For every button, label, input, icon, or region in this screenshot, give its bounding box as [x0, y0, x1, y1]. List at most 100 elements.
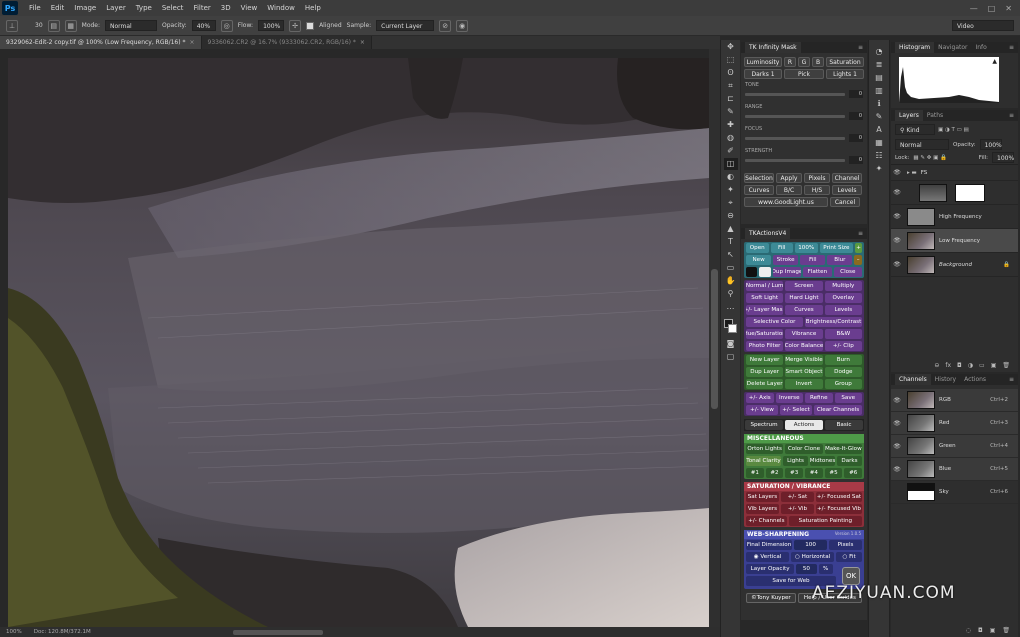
midtones-button[interactable]: Midtones: [810, 456, 835, 466]
blur-button[interactable]: Blur: [827, 255, 853, 265]
properties-icon[interactable]: ▤: [872, 72, 886, 84]
tab-actions[interactable]: Actions: [785, 420, 823, 430]
pressure-opacity-icon[interactable]: ◎: [220, 19, 233, 32]
selective-color-button[interactable]: Selective Color: [746, 317, 803, 327]
brush-size[interactable]: 30: [35, 22, 43, 29]
filter-icons[interactable]: ▣ ◑ T ▭ ▤: [938, 127, 969, 133]
print-size-button[interactable]: Print Size: [819, 243, 854, 253]
type-tool-icon[interactable]: T: [724, 236, 738, 248]
slider-value[interactable]: 0: [849, 90, 863, 98]
slider-track[interactable]: [745, 92, 845, 96]
merge-visible-button[interactable]: Merge Visible: [785, 355, 823, 365]
tab-histogram[interactable]: Histogram: [895, 42, 935, 53]
dodge-button[interactable]: Dodge: [824, 367, 862, 377]
select-button[interactable]: +/- Select: [780, 405, 812, 415]
fx-icon[interactable]: fx: [945, 362, 951, 369]
make-it-glow-button[interactable]: Make-It-Glow: [824, 444, 862, 454]
channel-row-green[interactable]: 👁 Green Ctrl+4: [891, 435, 1018, 458]
background-color[interactable]: [728, 324, 737, 333]
clone-stamp-icon[interactable]: ⊥: [6, 19, 18, 32]
styles-icon[interactable]: ▥: [872, 85, 886, 97]
visibility-eye-icon[interactable]: 👁: [891, 466, 903, 473]
clone-stamp-tool-icon[interactable]: ◫: [723, 158, 738, 170]
preset-1-button[interactable]: #1: [746, 468, 764, 478]
hard-light-button[interactable]: Hard Light: [785, 293, 823, 303]
new-button[interactable]: New: [746, 255, 772, 265]
overlay-button[interactable]: Overlay: [824, 293, 862, 303]
brush-tool-icon[interactable]: ✐: [724, 145, 738, 157]
focused-sat-button[interactable]: +/- Focused Sat: [815, 492, 862, 502]
libraries-icon[interactable]: ☷: [872, 150, 886, 162]
lights-button[interactable]: Lights: [783, 456, 808, 466]
menu-window[interactable]: Window: [262, 4, 300, 12]
lasso-tool-icon[interactable]: ʘ: [724, 67, 738, 79]
screen-mode-icon[interactable]: ▢: [724, 351, 738, 363]
close-tab-icon[interactable]: ×: [190, 39, 195, 46]
hand-tool-icon[interactable]: ✋: [724, 275, 738, 287]
timeline-icon[interactable]: ✦: [872, 163, 886, 175]
strength-slider[interactable]: STRENGTH 0: [741, 146, 867, 168]
invert-button[interactable]: Invert: [785, 379, 823, 389]
multiply-button[interactable]: Multiply: [824, 281, 862, 291]
slider-track[interactable]: [745, 114, 845, 118]
tab-paths[interactable]: Paths: [923, 110, 947, 121]
menu-select[interactable]: Select: [157, 4, 189, 12]
eraser-tool-icon[interactable]: ✦: [724, 184, 738, 196]
blend-mode-select[interactable]: Normal: [895, 139, 949, 150]
tab-basic[interactable]: Basic: [825, 420, 863, 430]
darks-1-button[interactable]: Darks 1: [744, 69, 782, 79]
menu-image[interactable]: Image: [69, 4, 101, 12]
dup-layer-button[interactable]: Dup Layer: [746, 367, 784, 377]
preset-2-button[interactable]: #2: [765, 468, 784, 478]
visibility-eye-icon[interactable]: 👁: [891, 420, 903, 427]
brightness-contrast-button[interactable]: Brightness/Contrast: [805, 317, 862, 327]
color-swatches[interactable]: [721, 317, 740, 337]
layer-row-white[interactable]: 👁: [891, 181, 1018, 205]
black-swatch[interactable]: [746, 267, 758, 277]
menu-view[interactable]: View: [236, 4, 263, 12]
pressure-size-icon[interactable]: ◉: [456, 19, 469, 32]
visibility-eye-icon[interactable]: 👁: [891, 237, 903, 244]
link-layers-icon[interactable]: ⊖: [934, 362, 939, 369]
blur-tool-icon[interactable]: ⊖: [724, 210, 738, 222]
crop-tool-icon[interactable]: ⊏: [724, 93, 738, 105]
tonal-clarity-button[interactable]: Tonal Clarity: [746, 456, 781, 466]
vib-layers-button[interactable]: Vib Layers: [746, 504, 779, 514]
100-percent-button[interactable]: 100%: [795, 243, 818, 253]
flow-field[interactable]: 100%: [258, 20, 285, 31]
ignore-adjustment-icon[interactable]: ⊘: [439, 19, 452, 32]
new-layer-icon[interactable]: ▣: [991, 362, 997, 369]
saturation-button[interactable]: Saturation: [826, 57, 864, 67]
new-group-icon[interactable]: ▭: [979, 362, 985, 369]
clear-channels-button[interactable]: Clear Channels: [814, 405, 862, 415]
slider-value[interactable]: 0: [849, 134, 863, 142]
cancel-button[interactable]: Cancel: [830, 197, 860, 207]
menu-layer[interactable]: Layer: [101, 4, 131, 12]
opacity-field[interactable]: 40%: [191, 20, 216, 31]
preset-3-button[interactable]: #3: [785, 468, 804, 478]
open-button[interactable]: Open: [746, 243, 769, 253]
white-swatch[interactable]: [759, 267, 771, 277]
character-icon[interactable]: A: [872, 124, 886, 136]
lights-1-button[interactable]: Lights 1: [826, 69, 864, 79]
focus-slider[interactable]: FOCUS 0: [741, 124, 867, 146]
r-button[interactable]: R: [784, 57, 796, 67]
menu-edit[interactable]: Edit: [46, 4, 70, 12]
orton-lights-button[interactable]: Orton Lights: [746, 444, 784, 454]
delete-layer-button[interactable]: Delete Layer: [746, 379, 784, 389]
menu-type[interactable]: Type: [131, 4, 157, 12]
luminosity-button[interactable]: Luminosity: [744, 57, 782, 67]
final-dimension-input[interactable]: 100: [794, 540, 828, 550]
panel-menu-icon[interactable]: ≡: [858, 42, 867, 53]
tab-channels[interactable]: Channels: [895, 374, 931, 385]
expand-button[interactable]: +: [855, 243, 862, 253]
inverse-button[interactable]: Inverse: [775, 393, 803, 403]
photo-filter-button[interactable]: Photo Filter: [746, 341, 784, 351]
more-tools-icon[interactable]: …: [724, 301, 738, 313]
channel-row-rgb[interactable]: 👁 RGB Ctrl+2: [891, 389, 1018, 412]
curves-button[interactable]: Curves: [744, 185, 774, 195]
tab-navigator[interactable]: Navigator: [934, 42, 971, 53]
clip-button[interactable]: +/- Clip: [824, 341, 862, 351]
curves-action-button[interactable]: Curves: [785, 305, 823, 315]
tab-document-1[interactable]: 9329062-Edit-2 copy.tif @ 100% (Low Freq…: [0, 36, 202, 49]
